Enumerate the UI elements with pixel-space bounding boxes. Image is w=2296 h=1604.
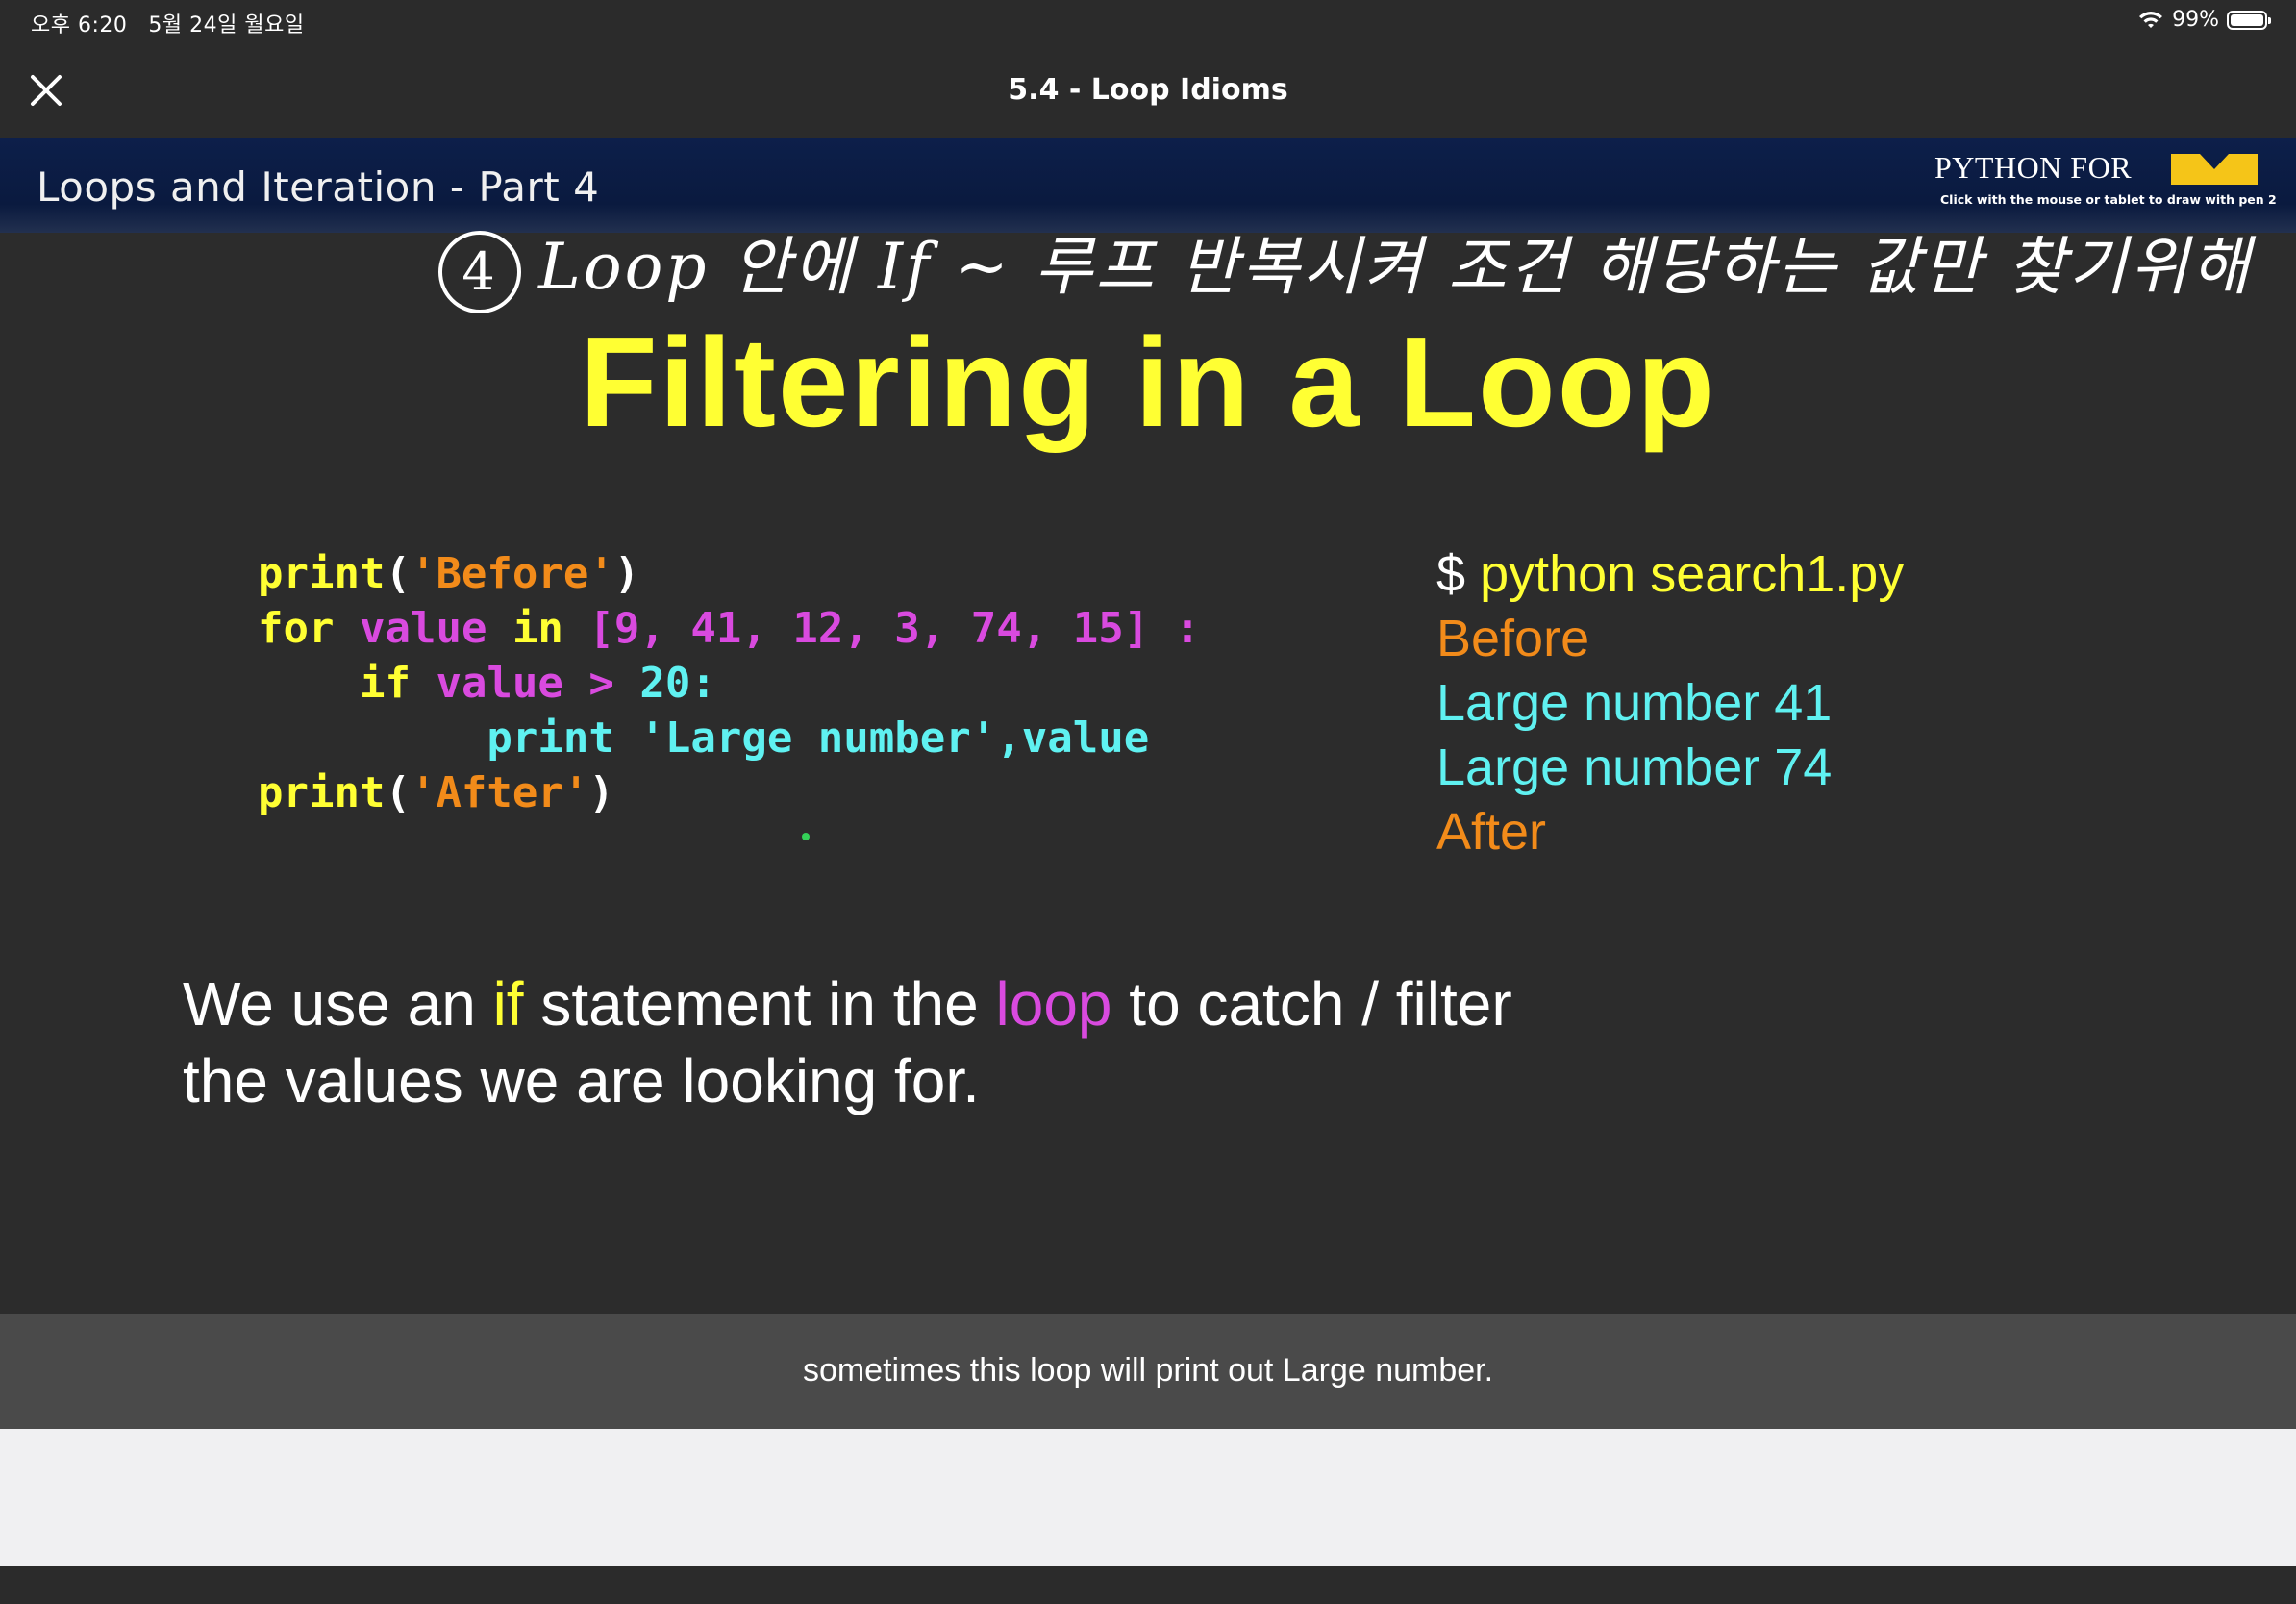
code-line-4: print 'Large number',value xyxy=(258,711,1200,765)
code-line-2: for value in [9, 41, 12, 3, 74, 15] : xyxy=(258,601,1200,656)
code-token: > xyxy=(588,659,614,708)
status-right: 99% xyxy=(2137,8,2271,32)
explanation-keyword-loop: loop xyxy=(995,969,1112,1039)
code-line-5: print('After') xyxy=(258,765,1200,820)
code-token: : xyxy=(690,659,716,708)
video-title-bar: 5.4 - Loop Idioms xyxy=(0,44,2296,138)
explanation-line-2: the values we are looking for. xyxy=(183,1046,980,1115)
video-player[interactable]: Loops and Iteration - Part 4 PYTHON FOR … xyxy=(0,138,2296,1314)
handwritten-text: Loop 안에 If ~ 루프 반복시켜 조건 해당하는 값만 찾기위해 xyxy=(538,230,2253,304)
explanation-text: statement in the xyxy=(523,969,996,1039)
circled-number: 4 xyxy=(438,231,521,313)
code-token: [9, 41, 12, 3, 74, 15] xyxy=(588,604,1150,653)
explanation-text: We use an xyxy=(183,969,493,1039)
laser-pointer-dot xyxy=(802,833,810,840)
terminal-line: After xyxy=(1436,803,1547,861)
terminal-command: python search1.py xyxy=(1480,545,1905,603)
code-block: print('Before') for value in [9, 41, 12, … xyxy=(258,546,1200,820)
battery-cap xyxy=(2268,16,2271,24)
terminal-line: Large number 41 xyxy=(1436,674,1833,732)
explanation-text: to catch / filter xyxy=(1111,969,1512,1039)
pen-hint: Click with the mouse or tablet to draw w… xyxy=(1940,192,2277,207)
code-token: 'Large number' xyxy=(639,714,997,763)
terminal-command-line: $ python search1.py xyxy=(1436,542,1904,607)
video-caption: sometimes this loop will print out Large… xyxy=(802,1352,1494,1389)
code-token: print xyxy=(258,549,386,598)
code-token: ,value xyxy=(996,714,1150,763)
status-time: 오후 6:20 xyxy=(31,13,128,38)
code-token: for xyxy=(258,604,335,653)
bottom-bar xyxy=(0,1566,2296,1604)
slide-title: Filtering in a Loop xyxy=(580,312,1716,453)
code-token: print xyxy=(487,714,614,763)
status-left: 오후 6:20 5월 24일 월요일 xyxy=(31,8,305,38)
status-bar: 오후 6:20 5월 24일 월요일 99% xyxy=(0,0,2296,44)
battery-icon xyxy=(2227,10,2271,30)
slide-explanation: We use an if statement in the loop to ca… xyxy=(183,965,1512,1119)
terminal-line: Before xyxy=(1436,610,1590,667)
explanation-line-1: We use an if statement in the loop to ca… xyxy=(183,965,1512,1042)
code-line-3: if value > 20: xyxy=(258,656,1200,711)
brand-text: PYTHON FOR xyxy=(1934,150,2133,185)
code-token: 'After' xyxy=(410,768,589,817)
terminal-prompt: $ xyxy=(1436,545,1466,603)
code-token: value xyxy=(436,659,563,708)
code-token: if xyxy=(359,659,411,708)
code-token: 'Before' xyxy=(410,549,614,598)
code-token: in xyxy=(512,604,563,653)
explanation-keyword-if: if xyxy=(492,969,524,1039)
below-video-area xyxy=(0,1429,2296,1566)
code-token: : xyxy=(1174,604,1201,653)
code-token: print xyxy=(258,768,386,817)
page-title: 5.4 - Loop Idioms xyxy=(1008,73,1288,107)
handwritten-note: 4 Loop 안에 If ~ 루프 반복시켜 조건 해당하는 값만 찾기위해 xyxy=(438,215,2253,313)
slide-header-title: Loops and Iteration - Part 4 xyxy=(37,163,600,211)
battery-percent: 99% xyxy=(2172,8,2219,32)
wifi-icon xyxy=(2139,11,2163,28)
terminal-line: Large number 74 xyxy=(1436,739,1833,796)
michigan-m-logo xyxy=(2171,154,2258,185)
code-token: ( xyxy=(385,549,411,598)
code-token: ) xyxy=(588,768,614,817)
code-token: ) xyxy=(613,549,640,598)
caption-bar: sometimes this loop will print out Large… xyxy=(0,1314,2296,1429)
terminal-output: $ python search1.py Before Large number … xyxy=(1436,542,1904,865)
battery-level xyxy=(2231,13,2263,26)
status-date: 5월 24일 월요일 xyxy=(148,13,305,38)
code-token: 20 xyxy=(639,659,691,708)
code-token: ( xyxy=(385,768,411,817)
code-line-1: print('Before') xyxy=(258,546,1200,601)
code-token: value xyxy=(359,604,487,653)
